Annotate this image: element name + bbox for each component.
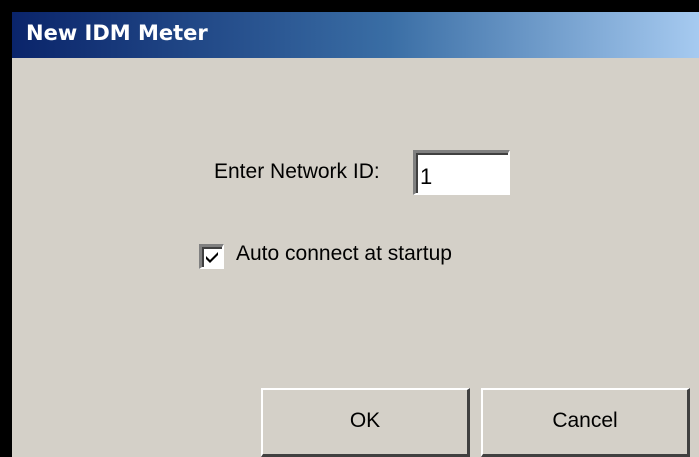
ok-button[interactable]: OK [261, 388, 470, 457]
auto-connect-checkbox[interactable] [199, 244, 224, 269]
network-id-input[interactable] [413, 150, 510, 195]
window-title: New IDM Meter [26, 21, 208, 45]
cancel-button[interactable]: Cancel [481, 388, 690, 457]
checkmark-icon [206, 252, 218, 263]
network-id-label: Enter Network ID: [214, 160, 380, 183]
title-bar[interactable]: New IDM Meter [12, 12, 699, 58]
auto-connect-label[interactable]: Auto connect at startup [236, 242, 452, 266]
